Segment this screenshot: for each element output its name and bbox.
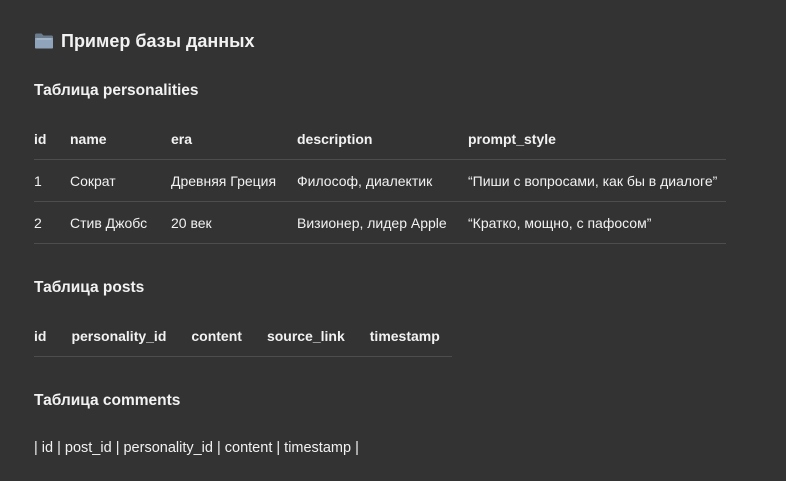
comments-heading: Таблица comments <box>34 392 181 409</box>
table-row: 1 Сократ Древняя Греция Философ, диалект… <box>34 160 726 202</box>
table-cell: 1 <box>34 172 42 189</box>
column-header: id <box>34 131 47 147</box>
table-cell: 20 век <box>171 214 212 231</box>
column-header: content <box>191 328 242 344</box>
table-cell: “Кратко, мощно, с пафосом” <box>468 214 652 231</box>
column-header: timestamp <box>369 328 440 344</box>
table-row: 2 Стив Джобс 20 век Визионер, лидер Appl… <box>34 202 726 244</box>
column-header: personality_id <box>71 328 167 344</box>
personalities-table: id name era description prompt_style 1 С… <box>34 119 726 244</box>
table-cell: Древняя Греция <box>171 172 277 189</box>
page-title-text: Пример базы данных <box>61 30 255 51</box>
table-cell: Стив Джобс <box>70 214 148 231</box>
column-header: id <box>34 328 47 344</box>
table-header-row: id personality_id content source_link ti… <box>34 316 452 357</box>
column-header: era <box>171 131 193 147</box>
posts-table: id personality_id content source_link ti… <box>34 316 452 357</box>
table-cell: “Пиши с вопросами, как бы в диалоге” <box>468 172 718 189</box>
column-header: description <box>297 131 373 147</box>
table-cell: Визионер, лидер Apple <box>297 214 447 231</box>
comments-schema-line: | id | post_id | personality_id | conten… <box>34 440 359 456</box>
folder-icon <box>34 32 54 50</box>
table-cell: Философ, диалектик <box>297 172 433 189</box>
posts-heading: Таблица posts <box>34 279 145 296</box>
personalities-heading: Таблица personalities <box>34 82 199 99</box>
column-header: name <box>70 131 107 147</box>
page-title: Пример базы данных <box>34 28 255 54</box>
column-header: prompt_style <box>468 131 556 147</box>
table-cell: 2 <box>34 214 42 231</box>
table-header-row: id name era description prompt_style <box>34 119 726 160</box>
column-header: source_link <box>266 328 345 344</box>
table-cell: Сократ <box>70 172 116 189</box>
